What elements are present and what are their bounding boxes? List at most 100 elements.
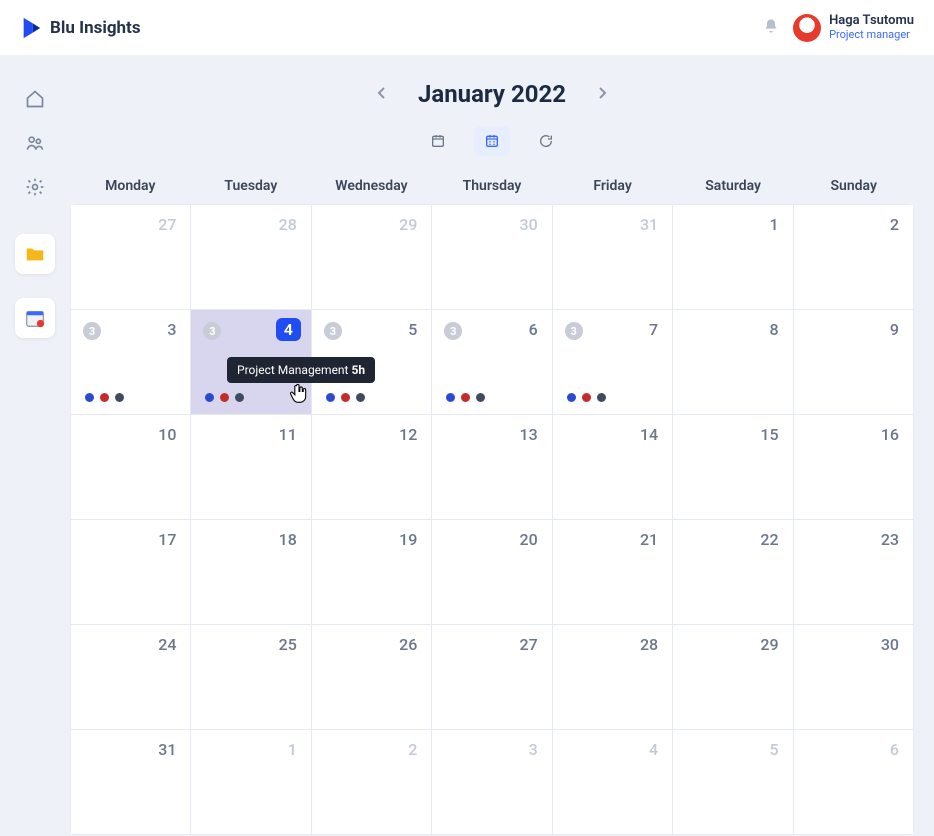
team-icon[interactable] [20, 128, 50, 158]
day-number: 25 [279, 635, 297, 654]
event-dot[interactable] [326, 393, 335, 402]
event-dot[interactable] [356, 393, 365, 402]
event-dot[interactable] [205, 393, 214, 402]
calendar-cell[interactable]: 1 [673, 205, 792, 309]
day-number: 8 [769, 320, 778, 339]
day-number: 18 [279, 530, 297, 549]
event-count-badge: 3 [444, 322, 462, 340]
calendar-cell[interactable]: 17 [71, 520, 190, 624]
event-dot[interactable] [446, 393, 455, 402]
day-view-button[interactable] [420, 126, 456, 156]
event-dot[interactable] [341, 393, 350, 402]
day-number: 6 [529, 320, 538, 339]
calendar-cell[interactable]: 11 [191, 415, 310, 519]
event-dots[interactable] [567, 393, 606, 402]
day-number: 19 [399, 530, 417, 549]
folder-card-icon[interactable] [15, 234, 55, 274]
day-number: 2 [408, 740, 417, 759]
day-number: 20 [520, 530, 538, 549]
calendar-cell[interactable]: 29 [673, 625, 792, 729]
day-number: 23 [881, 530, 899, 549]
day-number: 22 [760, 530, 778, 549]
day-number: 30 [520, 215, 538, 234]
event-dot[interactable] [115, 393, 124, 402]
calendar-cell[interactable]: 31 [553, 205, 672, 309]
calendar-cell[interactable]: 15 [673, 415, 792, 519]
user-name: Haga Tsutomu [829, 14, 914, 29]
calendar-cell[interactable]: 10 [71, 415, 190, 519]
day-number: 31 [158, 740, 176, 759]
next-month-button[interactable] [592, 85, 612, 104]
prev-month-button[interactable] [372, 85, 392, 104]
calendar-cell[interactable]: 2 [794, 205, 913, 309]
calendar-cell[interactable]: 14 [553, 415, 672, 519]
calendar-cell[interactable]: 18 [191, 520, 310, 624]
calendar-cell[interactable]: 33 [71, 310, 190, 414]
calendar-cell[interactable]: 6 [794, 730, 913, 834]
calendar-cell[interactable]: 28 [553, 625, 672, 729]
calendar-cell[interactable]: 5 [673, 730, 792, 834]
calendar-cell[interactable]: 12 [312, 415, 431, 519]
event-dot[interactable] [220, 393, 229, 402]
event-dot[interactable] [461, 393, 470, 402]
home-icon[interactable] [20, 84, 50, 114]
calendar-cell[interactable]: 22 [673, 520, 792, 624]
day-number: 21 [640, 530, 658, 549]
calendar-cell[interactable]: 27 [71, 205, 190, 309]
event-dot[interactable] [597, 393, 606, 402]
month-view-button[interactable] [474, 126, 510, 156]
event-dot[interactable] [235, 393, 244, 402]
event-dots[interactable] [205, 393, 244, 402]
calendar-cell[interactable]: 30 [432, 205, 551, 309]
calendar-cell[interactable]: 13 [432, 415, 551, 519]
calendar-cell[interactable]: 26 [312, 625, 431, 729]
event-tooltip: Project Management 5h [227, 357, 375, 383]
sidebar [0, 56, 70, 836]
calendar-cell[interactable]: 1 [191, 730, 310, 834]
refresh-button[interactable] [528, 126, 564, 156]
event-dot[interactable] [85, 393, 94, 402]
calendar-cell[interactable]: 30 [794, 625, 913, 729]
app-name: Blu Insights [50, 18, 141, 38]
calendar-cell[interactable]: 21 [553, 520, 672, 624]
day-number: 14 [640, 425, 658, 444]
event-dot[interactable] [567, 393, 576, 402]
event-dot[interactable] [582, 393, 591, 402]
calendar-cell[interactable]: 27 [432, 625, 551, 729]
day-number: 9 [890, 320, 899, 339]
calendar-cell[interactable]: 23 [794, 520, 913, 624]
event-dots[interactable] [85, 393, 124, 402]
calendar-cell[interactable]: 9 [794, 310, 913, 414]
day-number: 4 [276, 318, 301, 341]
calendar-cell[interactable]: 24 [71, 625, 190, 729]
calendar-cell[interactable]: 31 [71, 730, 190, 834]
calendar-grid: Project Management 5h 272829303112334353… [70, 204, 914, 835]
calendar-cell[interactable]: 3 [432, 730, 551, 834]
calendar-cell[interactable]: 63 [432, 310, 551, 414]
calendar-title: January 2022 [418, 80, 566, 108]
dow-label: Wednesday [311, 178, 432, 194]
calendar-cell[interactable]: 4 [553, 730, 672, 834]
day-number: 3 [529, 740, 538, 759]
calendar-cell[interactable]: 28 [191, 205, 310, 309]
event-dots[interactable] [446, 393, 485, 402]
calendar-cell[interactable]: 19 [312, 520, 431, 624]
event-dot[interactable] [476, 393, 485, 402]
settings-icon[interactable] [20, 172, 50, 202]
user-role: Project manager [829, 29, 914, 42]
calendar-cell[interactable]: 8 [673, 310, 792, 414]
event-dots[interactable] [326, 393, 365, 402]
calendar-cell[interactable]: 20 [432, 520, 551, 624]
day-number: 13 [520, 425, 538, 444]
event-count-badge: 3 [565, 322, 583, 340]
user-menu[interactable]: Haga Tsutomu Project manager [793, 14, 914, 42]
calendar-card-icon[interactable] [15, 298, 55, 338]
calendar-cell[interactable]: 29 [312, 205, 431, 309]
calendar-cell[interactable]: 2 [312, 730, 431, 834]
app-logo[interactable]: Blu Insights [20, 16, 141, 40]
notifications-icon[interactable] [763, 18, 779, 38]
calendar-cell[interactable]: 25 [191, 625, 310, 729]
calendar-cell[interactable]: 16 [794, 415, 913, 519]
event-dot[interactable] [100, 393, 109, 402]
calendar-cell[interactable]: 73 [553, 310, 672, 414]
